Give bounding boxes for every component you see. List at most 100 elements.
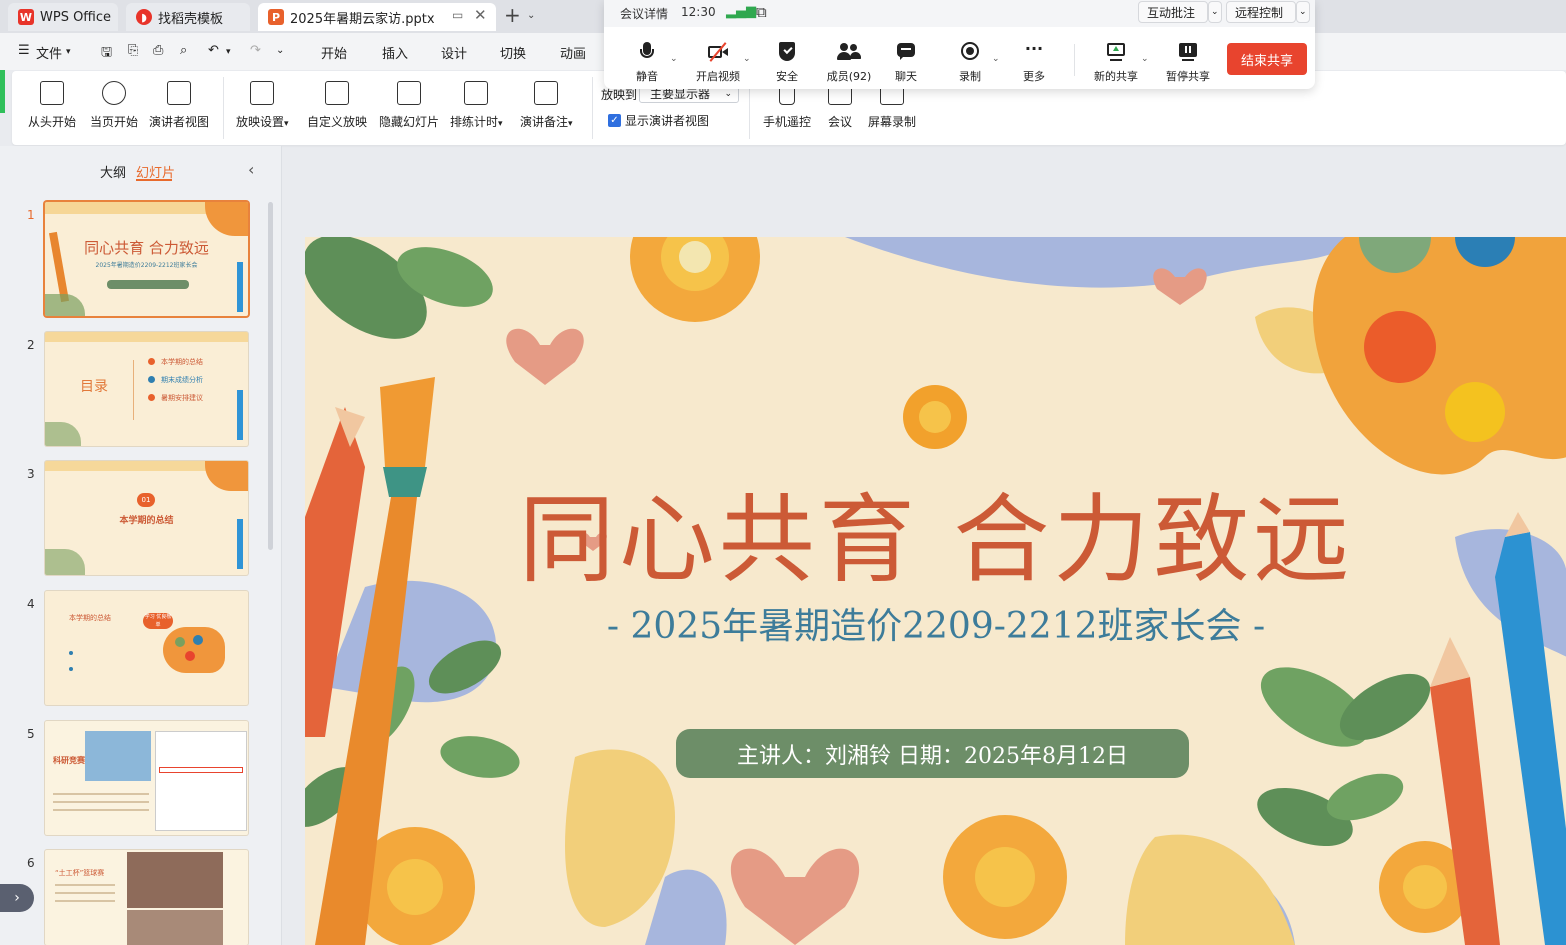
panel-scrollbar[interactable] [268, 202, 273, 550]
slide-number: 5 [27, 727, 35, 741]
play-from-current-button[interactable]: 当页开始 [90, 77, 138, 130]
tab-outline[interactable]: 大纲 [100, 162, 126, 181]
show-settings-button[interactable]: 放映设置▾ [236, 77, 289, 130]
interactive-annotate-button[interactable]: 互动批注 [1138, 1, 1208, 23]
tab-label: WPS Office [40, 9, 112, 25]
export-icon[interactable]: ⎘ [128, 43, 138, 58]
show-presenter-label: 显示演讲者视图 [625, 114, 710, 128]
window-mode-icon[interactable]: ▭ [452, 8, 463, 22]
collapse-panel-icon[interactable]: ‹ [248, 160, 254, 179]
new-share-button[interactable]: 新的共享 [1092, 42, 1140, 84]
show-presenter-checkbox[interactable]: ✓ [608, 114, 621, 127]
remote-control-chevron-icon[interactable]: ⌄ [1296, 1, 1310, 23]
chat-icon [896, 42, 916, 62]
save-icon[interactable]: 🖫 [101, 43, 112, 65]
menu-animation[interactable]: 动画 [560, 43, 586, 62]
slide-thumbnail-1[interactable]: 同心共育 合力致远 2025年暑期造价2209-2212班家长会 [45, 202, 248, 316]
yellow-blob-shape [1125, 834, 1295, 945]
members-button[interactable]: 成员(92) [824, 42, 874, 84]
slide-thumbnail-3[interactable]: 01 本学期的总结 [45, 461, 248, 575]
thumb-title: 科研竞赛 [53, 756, 85, 765]
slide-canvas[interactable]: 同心共育 合力致远 - 2025年暑期造价2209-2212班家长会 - 主讲人… [305, 237, 1566, 945]
menu-transition[interactable]: 切换 [500, 43, 526, 62]
start-video-button[interactable]: 开启视频 [694, 42, 742, 84]
meeting-separator [1074, 44, 1075, 76]
meeting-header: 会议详情 12:30 ▂▄▆ ⧉ 互动批注 ⌄ 远程控制 ⌄ [604, 0, 1315, 27]
tab-label: 2025年暑期云家访.pptx [290, 11, 435, 27]
undo-icon[interactable]: ↶ [208, 43, 219, 58]
slide-thumbnail-6[interactable]: “土工杯”篮球赛 [45, 850, 248, 945]
flower-shape [903, 385, 967, 449]
new-share-chevron-icon[interactable]: ⌄ [1141, 54, 1149, 64]
custom-show-icon [325, 81, 349, 105]
video-chevron-icon[interactable]: ⌄ [743, 54, 751, 64]
quick-access-chevron-icon[interactable]: ⌄ [276, 45, 284, 56]
signal-icon: ▂▄▆ [726, 4, 756, 19]
expand-panel-button[interactable]: › [0, 884, 34, 912]
mute-button[interactable]: 静音 [632, 42, 662, 84]
show-settings-icon [250, 81, 275, 105]
chevron-down-icon[interactable]: ▾ [66, 47, 71, 57]
print-preview-icon[interactable]: ⌕ [180, 43, 187, 58]
microphone-icon [637, 42, 657, 62]
thumb-title: “土工杯”篮球赛 [55, 869, 105, 877]
thumb-item: 本学期的总结 [161, 358, 203, 366]
undo-chevron-icon[interactable]: ▾ [226, 47, 231, 57]
print-icon[interactable]: ⎙ [153, 43, 163, 58]
custom-show-button[interactable]: 自定义放映 [307, 77, 367, 130]
redo-icon[interactable]: ↷ [250, 43, 261, 58]
end-share-button[interactable]: 结束共享 [1227, 43, 1307, 75]
hamburger-icon[interactable]: ☰ [18, 43, 30, 58]
hide-slide-icon [397, 81, 421, 105]
palette-shape [1312, 237, 1566, 475]
record-button[interactable]: 录制 [955, 42, 985, 84]
play-from-start-icon [40, 81, 64, 105]
menu-insert[interactable]: 插入 [382, 43, 408, 62]
remote-control-button[interactable]: 远程控制 [1226, 1, 1296, 23]
more-button[interactable]: ··· 更多 [1019, 39, 1049, 84]
slide-subtitle: - 2025年暑期造价2209-2212班家长会 - [606, 606, 1266, 647]
hide-slide-button[interactable]: 隐藏幻灯片 [379, 77, 439, 130]
thumb-badge: 01 [137, 493, 155, 507]
presenter-view-button[interactable]: 演讲者视图 [149, 77, 209, 130]
flower-shape [630, 237, 760, 322]
heart-shape [506, 328, 584, 385]
presentation-file-icon: P [268, 9, 284, 25]
thumb-title: 本学期的总结 [69, 614, 111, 622]
menu-home[interactable]: 开始 [321, 43, 347, 62]
tab-template-store[interactable]: ◗ 找稻壳模板 [126, 3, 250, 31]
close-tab-icon[interactable]: ✕ [474, 6, 487, 24]
active-tab-underline [136, 179, 172, 181]
timer-icon [464, 81, 489, 105]
new-tab-icon[interactable]: + [504, 3, 521, 27]
slide-thumbnail-5[interactable]: 科研竞赛 [45, 721, 248, 835]
slide-panel: 大纲 幻灯片 ‹ 1 同心共育 合力致远 2025年暑期造价2209-2212班… [0, 146, 282, 945]
speaker-notes-button[interactable]: 演讲备注▾ [520, 77, 573, 130]
record-chevron-icon[interactable]: ⌄ [992, 54, 1000, 64]
menu-design[interactable]: 设计 [441, 43, 467, 62]
slide-number: 2 [27, 338, 35, 352]
tab-document[interactable]: P 2025年暑期云家访.pptx ▭ ✕ [258, 3, 496, 31]
chat-button[interactable]: 聊天 [891, 42, 921, 84]
tab-list-chevron-icon[interactable]: ⌄ [527, 10, 535, 21]
slide-thumbnail-4[interactable]: 本学期的总结 学习 优良榜单 [45, 591, 248, 705]
file-menu[interactable]: 文件 [36, 43, 62, 62]
play-from-start-button[interactable]: 从头开始 [28, 77, 76, 130]
mute-chevron-icon[interactable]: ⌄ [670, 54, 678, 64]
daoke-logo-icon: ◗ [136, 9, 152, 25]
ribbon-separator [592, 77, 593, 139]
rehearse-timing-button[interactable]: 排练计时▾ [450, 77, 503, 130]
ribbon-separator [223, 77, 224, 139]
slide-thumbnail-2[interactable]: 目录 本学期的总结 期末成绩分析 暑期安排建议 [45, 332, 248, 446]
tab-wps-office[interactable]: W WPS Office [8, 3, 118, 31]
pause-share-button[interactable]: 暂停共享 [1164, 42, 1212, 84]
popout-icon[interactable]: ⧉ [756, 3, 767, 21]
security-button[interactable]: 安全 [772, 42, 802, 84]
annotate-chevron-icon[interactable]: ⌄ [1208, 1, 1222, 23]
pause-share-icon [1178, 42, 1198, 62]
meeting-details-link[interactable]: 会议详情 [620, 5, 668, 22]
slide-number: 1 [27, 208, 35, 222]
shield-icon [777, 42, 797, 62]
wps-logo-icon: W [18, 9, 34, 25]
more-icon: ··· [1024, 39, 1044, 58]
